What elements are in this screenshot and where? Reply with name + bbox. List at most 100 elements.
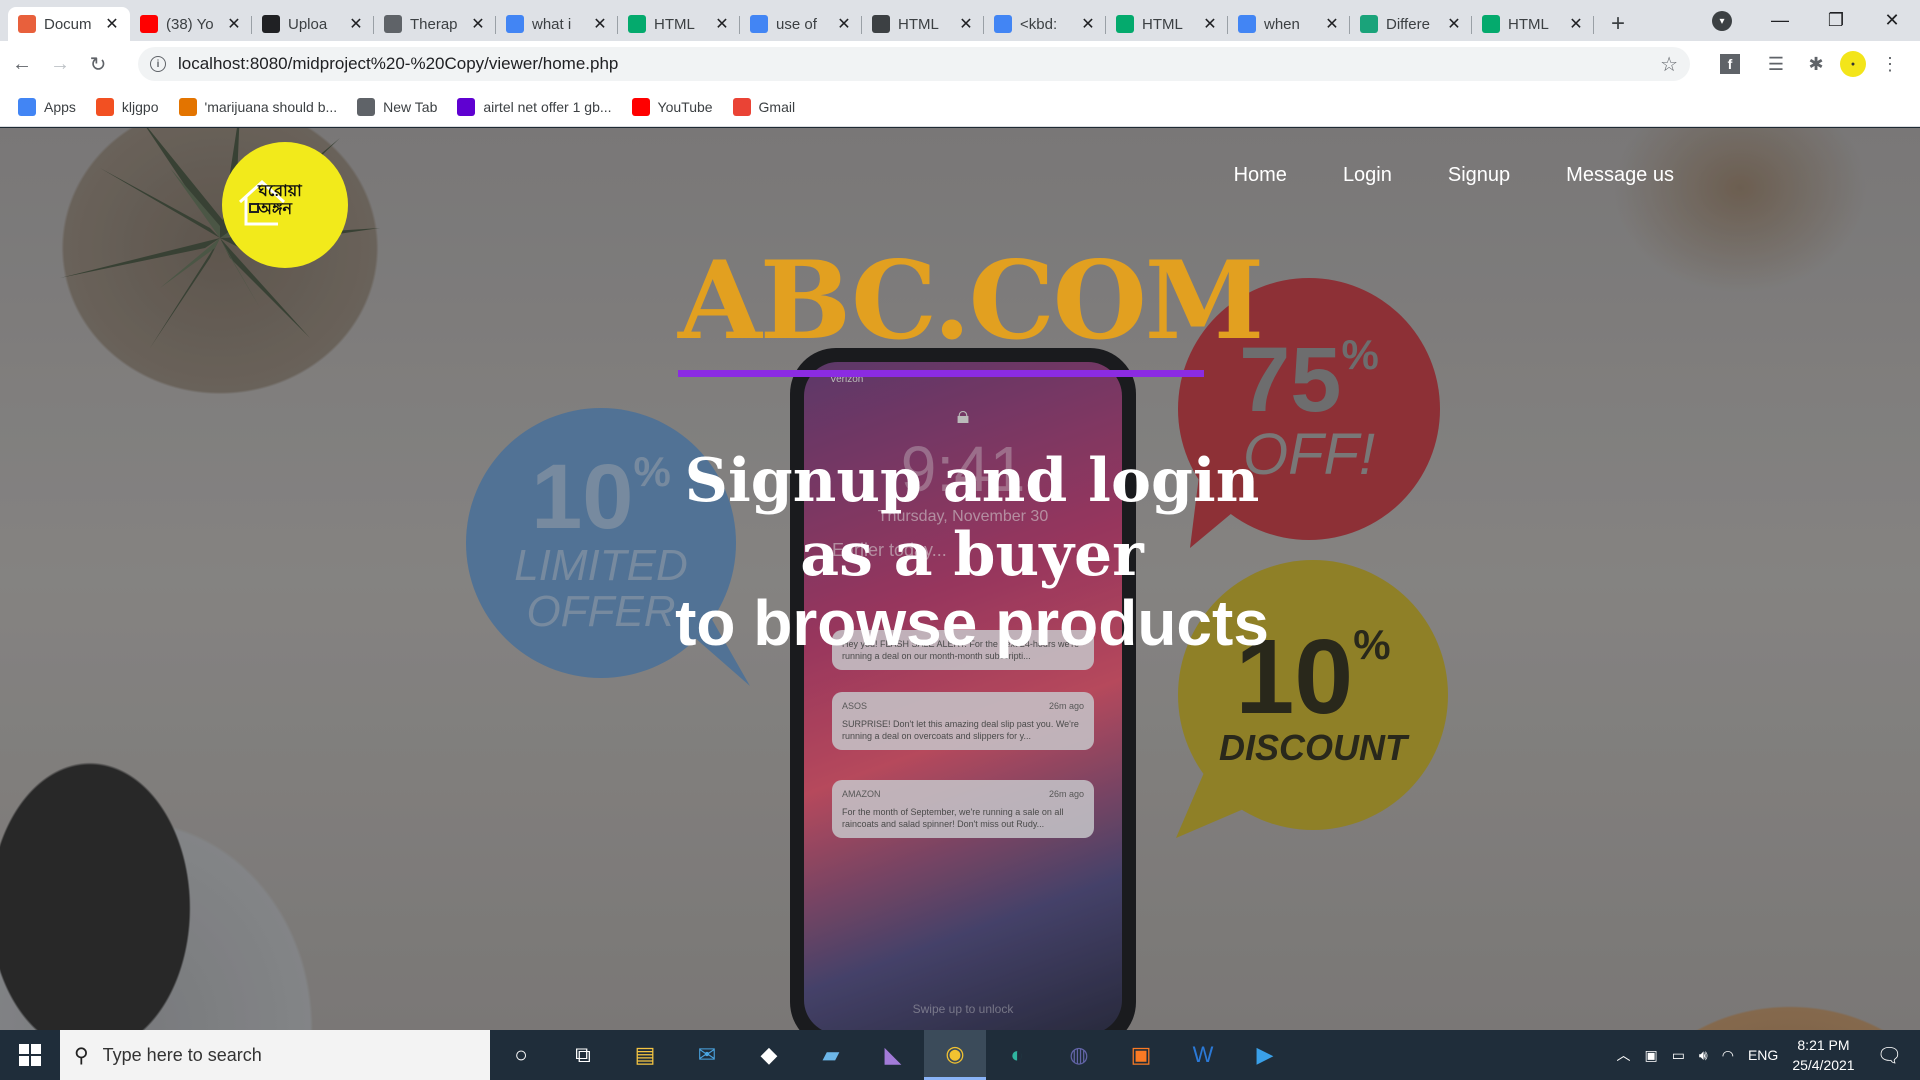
browser-tab[interactable]: when ✕ [1228, 7, 1350, 41]
address-url[interactable]: localhost:8080/midproject%20-%20Copy/vie… [178, 54, 618, 74]
new-tab-icon[interactable]: + [1600, 7, 1636, 41]
menu-extension-icon[interactable]: ☰ [1760, 48, 1792, 80]
tab-close-icon[interactable]: ✕ [1446, 14, 1462, 34]
gmail-icon [732, 97, 751, 116]
tab-close-icon[interactable]: ✕ [714, 14, 730, 34]
tab-close-icon[interactable]: ✕ [592, 14, 608, 34]
facebook-extension-icon[interactable]: f [1720, 54, 1740, 74]
battery-icon[interactable]: ▭ [1672, 1047, 1685, 1064]
bookmark-item[interactable]: Apps [18, 97, 76, 116]
tab-title: use of [776, 15, 817, 33]
apps-grid-icon [18, 97, 36, 116]
browser-tab[interactable]: HTML ✕ [1106, 7, 1228, 41]
dropbox-icon[interactable]: ◆ [738, 1030, 800, 1080]
forward-icon[interactable]: → [44, 48, 76, 80]
chrome-icon[interactable]: ◉ [924, 1030, 986, 1080]
profile-avatar[interactable]: ● [1840, 51, 1866, 77]
bookmark-label: airtel net offer 1 gb... [483, 98, 612, 115]
tab-title: HTML [1508, 15, 1549, 33]
nav-signup-link[interactable]: Signup [1448, 164, 1510, 187]
visual-studio-icon[interactable]: ◣ [862, 1030, 924, 1080]
browser-tab[interactable]: what i ✕ [496, 7, 618, 41]
teams-icon[interactable]: ◍ [1048, 1030, 1110, 1080]
notification-center-icon[interactable]: 🗨︎ [1877, 1043, 1902, 1068]
tab-close-icon[interactable]: ✕ [104, 14, 120, 34]
cortana-icon[interactable]: ○ [490, 1030, 552, 1080]
shield-icon [1360, 15, 1378, 33]
xampp-icon[interactable]: ▣ [1110, 1030, 1172, 1080]
edge-icon[interactable]: ◐ [986, 1030, 1048, 1080]
tab-title: <kbd: [1020, 15, 1058, 33]
nav-login-link[interactable]: Login [1343, 164, 1392, 187]
site-info-icon[interactable]: i [150, 56, 166, 72]
tagline-line-2: as a buyer [800, 520, 1144, 590]
minimize-icon[interactable]: — [1752, 0, 1808, 41]
bookmark-item[interactable]: Gmail [732, 97, 795, 116]
globe-icon [357, 97, 376, 116]
tab-close-icon[interactable]: ✕ [1080, 14, 1096, 34]
browser-tab[interactable]: HTML ✕ [1472, 7, 1594, 41]
tab-close-icon[interactable]: ✕ [1202, 14, 1218, 34]
tab-close-icon[interactable]: ✕ [1324, 14, 1340, 34]
mail-icon[interactable]: ✉ [676, 1030, 738, 1080]
tab-search-icon[interactable]: ▾ [1712, 11, 1732, 31]
brand-title: ABC.COM [678, 238, 1264, 364]
address-bar[interactable]: i localhost:8080/midproject%20-%20Copy/v… [138, 47, 1690, 81]
taskbar-clock[interactable]: 8:21 PM 25/4/2021 [1792, 1035, 1854, 1076]
wifi-icon[interactable]: ◠ [1722, 1047, 1734, 1064]
browser-tab[interactable]: Uploa ✕ [252, 7, 374, 41]
tagline-line-3: to browse products [675, 587, 1269, 659]
window-controls: — ❐ ✕ [1752, 0, 1920, 41]
word-icon[interactable]: W [1172, 1030, 1234, 1080]
volume-icon[interactable]: 🔊︎ [1699, 1047, 1708, 1064]
diamond-icon [872, 15, 890, 33]
tab-strip: Docum ✕ (38) Yo ✕ Uploa ✕ Therap ✕ what i ✕ HTML ✕ u… [0, 0, 1920, 41]
tab-close-icon[interactable]: ✕ [958, 14, 974, 34]
puzzle-extensions-icon[interactable]: ✱ [1800, 48, 1832, 80]
bookmark-item[interactable]: YouTube [631, 97, 713, 116]
browser-tab[interactable]: use of ✕ [740, 7, 862, 41]
nav-message-link[interactable]: Message us [1566, 164, 1674, 187]
tab-close-icon[interactable]: ✕ [836, 14, 852, 34]
tagline-line-1: Signup and login [684, 446, 1260, 516]
site-logo[interactable]: ঘরোয়া অঙ্গন [222, 142, 348, 268]
bookmark-item[interactable]: kljgpo [95, 97, 159, 116]
google-icon [750, 15, 768, 33]
reload-icon[interactable]: ↻ [82, 48, 114, 80]
browser-tab[interactable]: Differe ✕ [1350, 7, 1472, 41]
restore-icon[interactable]: ❐ [1808, 0, 1864, 41]
browser-tab[interactable]: Docum ✕ [8, 7, 130, 41]
chrome-menu-icon[interactable]: ⋮ [1874, 48, 1906, 80]
tab-close-icon[interactable]: ✕ [1568, 14, 1584, 34]
file-explorer-icon[interactable]: ▤ [614, 1030, 676, 1080]
bookmark-item[interactable]: New Tab [357, 97, 437, 116]
tab-close-icon[interactable]: ✕ [226, 14, 242, 34]
bookmark-star-icon[interactable]: ☆ [1660, 52, 1678, 77]
yahoo-icon [457, 97, 476, 116]
back-icon[interactable]: ← [6, 48, 38, 80]
taskbar-search-box[interactable]: ⚲ Type here to search [60, 1030, 490, 1080]
taskbar-apps: ○ ⧉ ▤ ✉ ◆ ▰ ◣ ◉ ◐ ◍ ▣ W ▶ [490, 1030, 1296, 1080]
tray-chevron-icon[interactable]: ︿ [1616, 1045, 1630, 1065]
windows-start-icon[interactable] [0, 1030, 60, 1080]
tab-title: HTML [654, 15, 695, 33]
tab-close-icon[interactable]: ✕ [348, 14, 364, 34]
browser-tab[interactable]: HTML ✕ [862, 7, 984, 41]
bookmark-item[interactable]: 'marijuana should b... [178, 97, 338, 116]
tab-close-icon[interactable]: ✕ [470, 14, 486, 34]
browser-tab[interactable]: HTML ✕ [618, 7, 740, 41]
google-icon [1238, 15, 1256, 33]
google-icon [506, 15, 524, 33]
browser-tab[interactable]: <kbd: ✕ [984, 7, 1106, 41]
nav-home-link[interactable]: Home [1234, 164, 1287, 187]
close-window-icon[interactable]: ✕ [1864, 0, 1920, 41]
browser-tab[interactable]: Therap ✕ [374, 7, 496, 41]
tray-meet-icon[interactable]: ▣ [1644, 1047, 1657, 1064]
bookmark-label: 'marijuana should b... [204, 98, 338, 115]
language-indicator[interactable]: ENG [1748, 1047, 1778, 1063]
browser-tab[interactable]: (38) Yo ✕ [130, 7, 252, 41]
task-view-icon[interactable]: ⧉ [552, 1030, 614, 1080]
media-icon[interactable]: ▶ [1234, 1030, 1296, 1080]
app-icon[interactable]: ▰ [800, 1030, 862, 1080]
bookmark-item[interactable]: airtel net offer 1 gb... [457, 97, 612, 116]
